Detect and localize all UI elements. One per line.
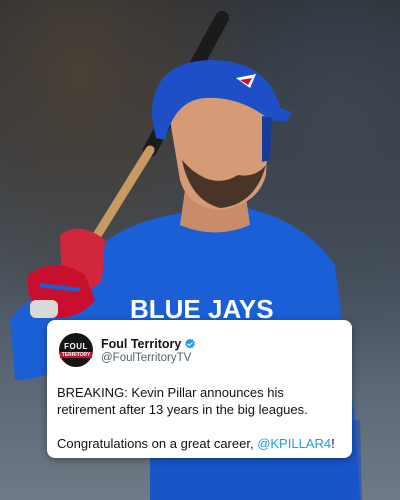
tweet-paragraph-2-text: Congratulations on a great career, <box>57 436 258 451</box>
display-name[interactable]: Foul Territory <box>101 337 181 351</box>
tweet-text: BREAKING: Kevin Pillar announces his ret… <box>57 384 342 452</box>
tweet-paragraph-1: BREAKING: Kevin Pillar announces his ret… <box>57 385 308 417</box>
verified-badge-icon <box>185 338 196 348</box>
tweet-header: FOUL TERRITORY Foul Territory @FoulTerri… <box>55 328 342 372</box>
avatar-logo-subtext: TERRITORY <box>59 351 93 358</box>
account-info: Foul Territory @FoulTerritoryTV <box>101 337 196 364</box>
tweet-card[interactable]: FOUL TERRITORY Foul Territory @FoulTerri… <box>47 320 352 458</box>
avatar-logo-text: FOUL <box>64 341 88 351</box>
tweet-paragraph-2-suffix: ! <box>331 436 335 451</box>
avatar[interactable]: FOUL TERRITORY <box>59 333 93 367</box>
mention-link[interactable]: @KPILLAR4 <box>257 436 331 451</box>
account-handle[interactable]: @FoulTerritoryTV <box>101 352 196 364</box>
tweet-paragraph-2: Congratulations on a great career, @KPIL… <box>57 435 342 452</box>
